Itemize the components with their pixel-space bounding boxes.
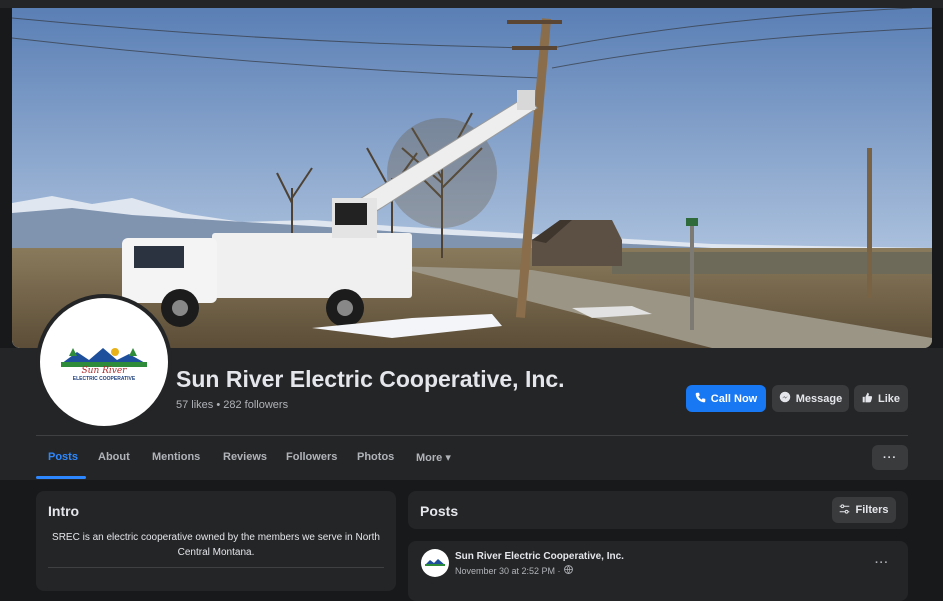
tab-posts[interactable]: Posts [48,451,78,463]
svg-text:ELECTRIC COOPERATIVE: ELECTRIC COOPERATIVE [73,376,136,382]
filter-sliders-icon [839,503,850,517]
active-tab-indicator [36,476,86,479]
phone-icon [695,392,706,406]
tab-photos[interactable]: Photos [357,451,394,463]
like-label: Like [877,392,900,405]
filters-label: Filters [855,504,889,516]
globe-icon [563,565,573,576]
profile-picture[interactable]: Sun River ELECTRIC COOPERATIVE [36,294,172,430]
header-divider [36,435,908,436]
post-menu-icon[interactable]: ··· [875,557,889,569]
tab-reviews[interactable]: Reviews [223,451,267,463]
tab-more[interactable]: More ▾ [416,451,451,464]
page-title: Sun River Electric Cooperative, Inc. [176,366,565,392]
intro-title: Intro [48,503,80,519]
tab-mentions[interactable]: Mentions [152,451,200,463]
call-now-label: Call Now [710,392,758,405]
svg-text:Sun River: Sun River [82,366,128,376]
post-author-avatar[interactable] [421,549,449,577]
cover-photo[interactable] [12,8,932,348]
intro-description: SREC is an electric cooperative owned by… [52,532,380,558]
more-options-icon: ··· [883,451,897,464]
more-options-button[interactable]: ··· [872,445,908,470]
filters-button[interactable]: Filters [832,497,896,523]
post-timestamp[interactable]: November 30 at 2:52 PM · [455,565,573,576]
call-now-button[interactable]: Call Now [686,385,766,412]
messenger-icon [779,391,791,406]
post-time-text: November 30 at 2:52 PM · [455,565,561,576]
coop-logo-icon [425,559,445,566]
thumbs-up-icon [862,392,873,406]
posts-title: Posts [420,503,459,519]
post-author-name[interactable]: Sun River Electric Cooperative, Inc. [455,551,624,562]
message-button[interactable]: Message [772,385,849,412]
tab-about[interactable]: About [98,451,130,463]
tab-followers[interactable]: Followers [286,451,337,463]
page-stats[interactable]: 57 likes • 282 followers [176,399,288,411]
top-bar [0,0,943,8]
intro-divider [48,567,384,568]
coop-logo-icon: Sun River ELECTRIC COOPERATIVE [61,348,147,382]
message-label: Message [795,392,843,405]
like-button[interactable]: Like [854,385,908,412]
